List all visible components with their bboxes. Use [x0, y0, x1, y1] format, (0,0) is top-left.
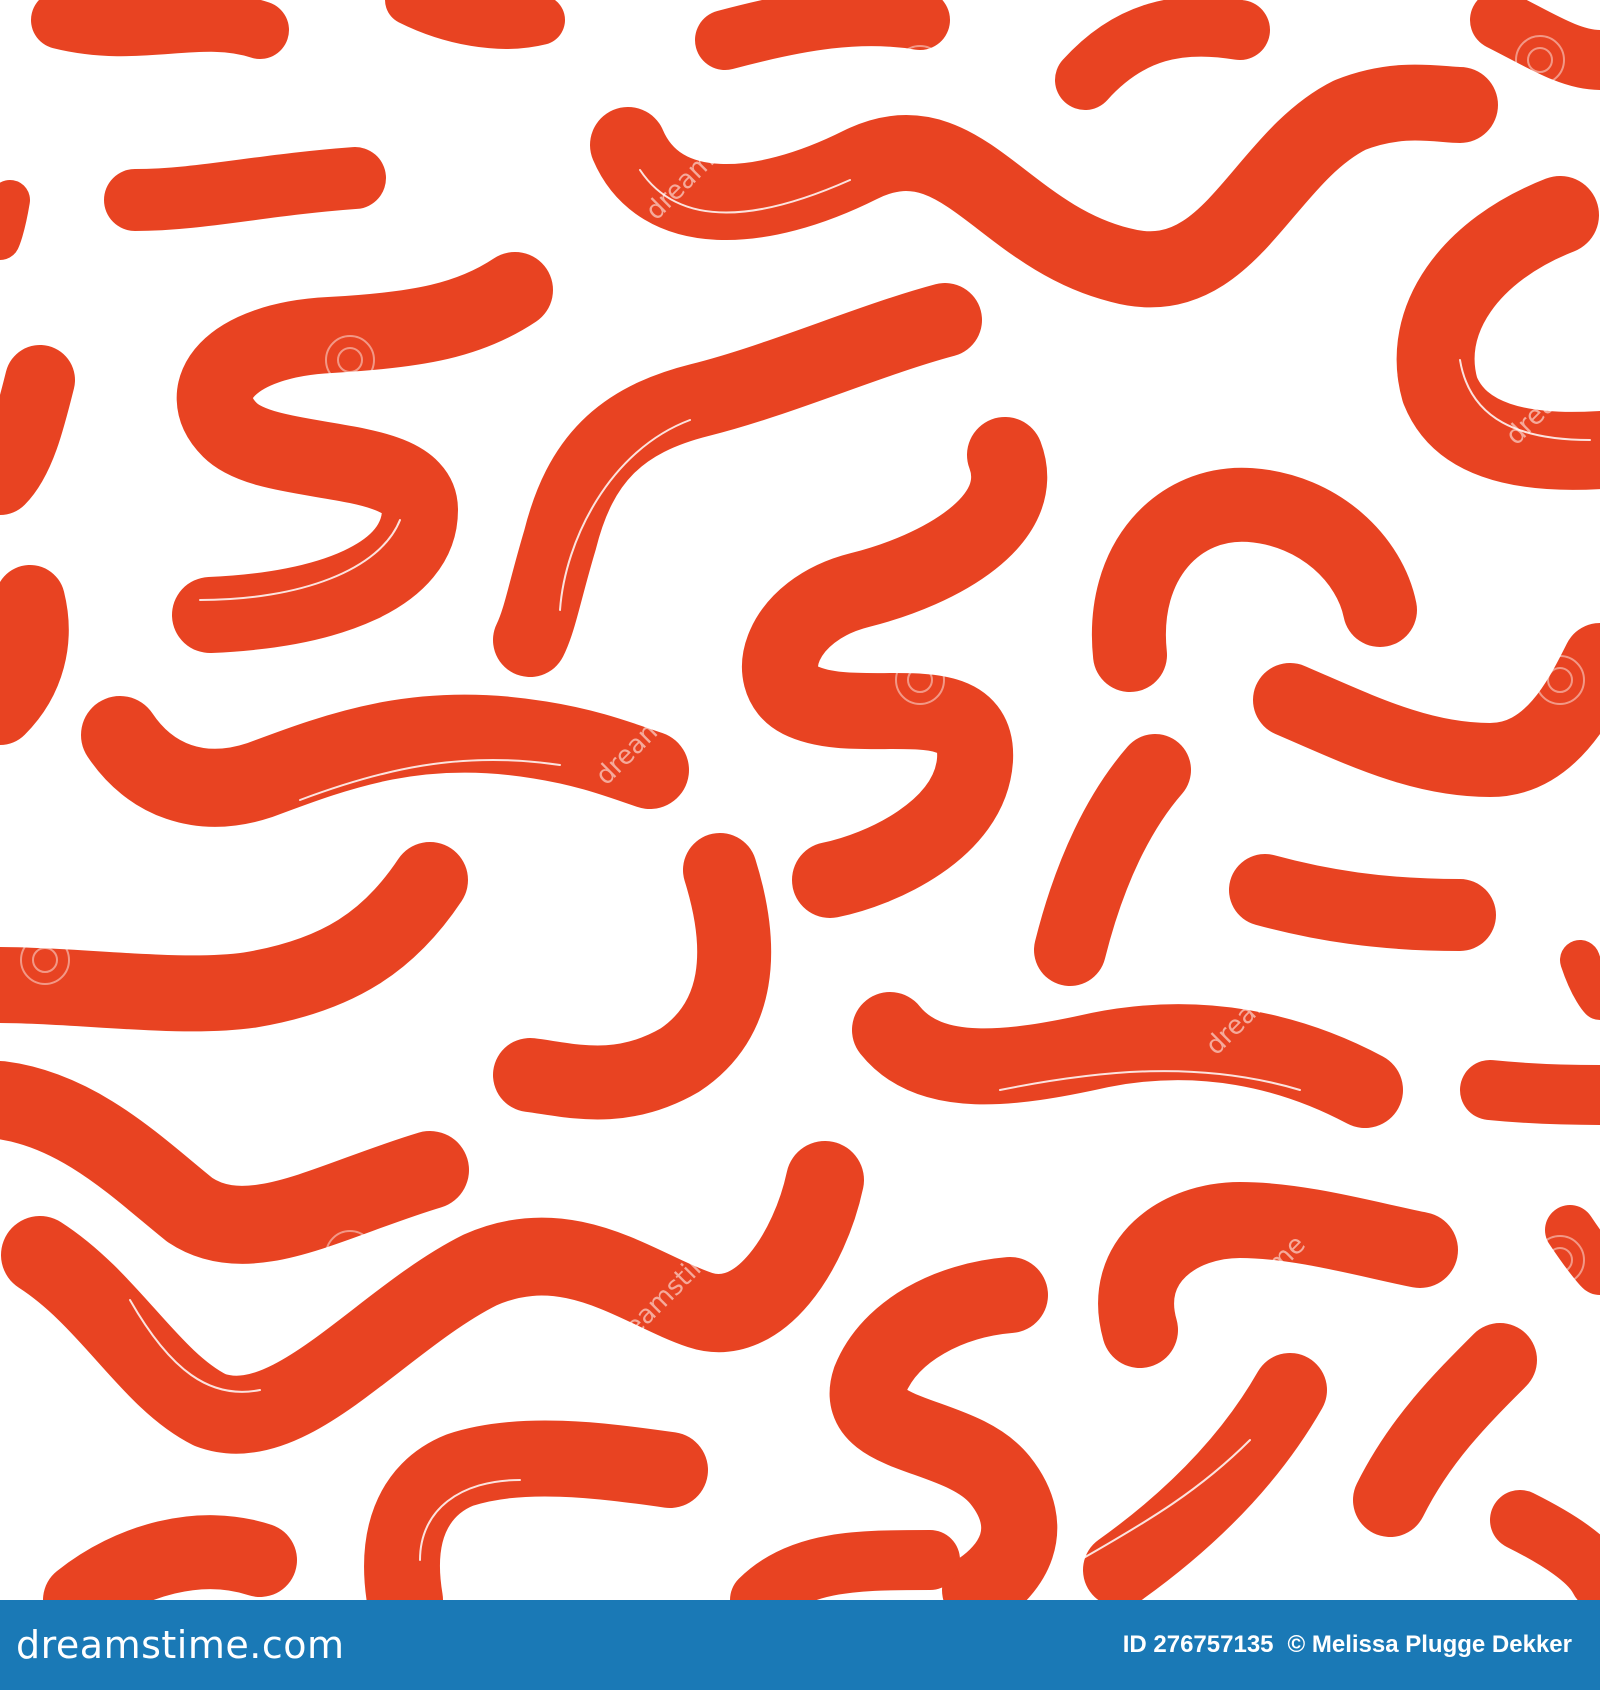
- brush-stroke: [0, 842, 468, 1032]
- brush-stroke: [1091, 467, 1417, 692]
- brush-stroke: [1055, 0, 1270, 110]
- image-credit: ID 276757135 © Melissa Plugge Dekker: [1123, 1631, 1572, 1659]
- brush-stroke: [385, 0, 565, 49]
- brush-stroke: [0, 565, 69, 745]
- author-credit: © Melissa Plugge Dekker: [1287, 1631, 1572, 1658]
- brush-stroke: [695, 0, 950, 70]
- brand-logo-text: dreamstime.com: [16, 1623, 345, 1667]
- brush-stroke: [1545, 1205, 1600, 1295]
- brush-stroke: [493, 833, 772, 1120]
- brush-stroke: [730, 1530, 960, 1600]
- brush-stroke: [81, 694, 689, 827]
- watermark-swirl-icon: [907, 57, 933, 83]
- brush-stroke: [0, 345, 75, 515]
- stock-image: dreamstime dreamstime dreamstime dreamst…: [0, 0, 1600, 1690]
- watermark-swirl-icon: [337, 1242, 363, 1268]
- watermark-swirl-icon: [1227, 957, 1253, 983]
- brush-stroke: [104, 147, 386, 231]
- image-id: ID 276757135: [1122, 1631, 1274, 1658]
- brush-stroke: [1253, 623, 1600, 797]
- brush-stroke: [1560, 940, 1600, 1020]
- brush-stroke: [364, 1420, 708, 1600]
- brush-stroke: [0, 180, 30, 260]
- brush-stroke: [1490, 1490, 1600, 1600]
- brush-stroke: [0, 1061, 469, 1264]
- brush-stroke: [43, 1515, 297, 1600]
- brush-stroke: [1353, 1323, 1537, 1537]
- brush-stroke-pattern: dreamstime dreamstime dreamstime dreamst…: [0, 0, 1600, 1600]
- brush-stroke: [31, 0, 289, 59]
- footer-bar: dreamstime.com ID 276757135 © Melissa Pl…: [0, 1600, 1600, 1690]
- brush-stroke: [1460, 1060, 1600, 1125]
- brush-stroke: [742, 417, 1048, 918]
- watermark-swirl-icon: [895, 45, 945, 95]
- brush-stroke: [1229, 854, 1496, 951]
- brush-stroke: [1034, 734, 1191, 986]
- brush-strokes-svg: [0, 0, 1600, 1600]
- brush-stroke: [852, 992, 1403, 1128]
